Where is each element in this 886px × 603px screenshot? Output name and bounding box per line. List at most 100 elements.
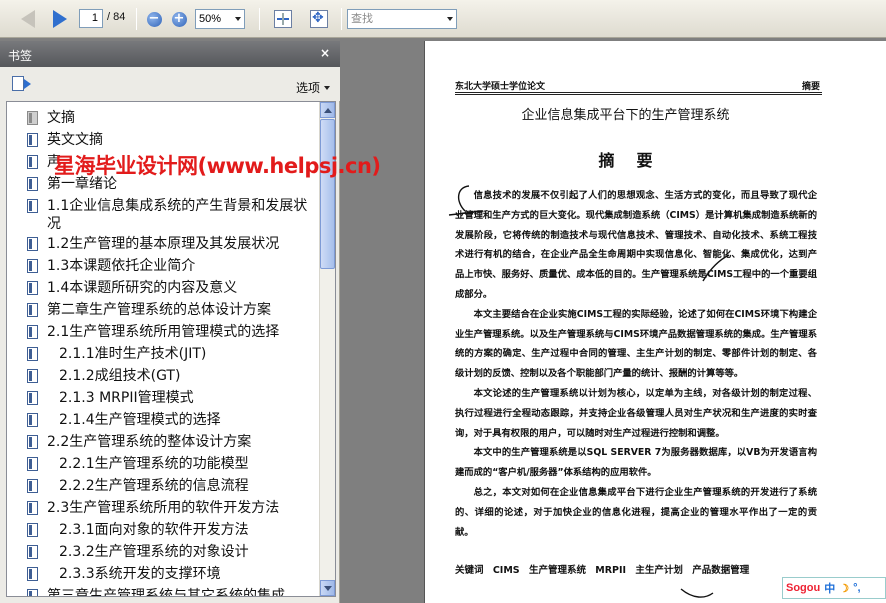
arrow-left-icon <box>21 10 35 28</box>
header-rule <box>455 92 822 95</box>
bookmark-label: 1.4本课题所研究的内容及意义 <box>47 280 238 296</box>
bookmarks-panel: 书签 × 选项 文摘 英文文摘声第一章绪论 1.1企业信息集成系统的产生背景和发展状… <box>0 41 340 603</box>
bookmark-item[interactable]: 第二章生产管理系统的总体设计方案 <box>7 299 321 321</box>
bookmark-item[interactable]: 1.1企业信息集成系统的产生背景和发展状况 <box>7 195 321 233</box>
abstract-paragraph: 本文中的生产管理系统是以SQL SERVER 7为服务器数据库，以VB为开发语言… <box>455 447 817 479</box>
bookmark-label: 2.1生产管理系统所用管理模式的选择 <box>47 324 280 340</box>
bookmark-item[interactable]: 2.1.4生产管理模式的选择 <box>7 409 321 431</box>
bookmark-label: 2.3生产管理系统所用的软件开发方法 <box>47 500 280 516</box>
bookmark-icon <box>27 435 38 449</box>
ime-status-bar[interactable]: Sogou 中 ☽ °, <box>782 577 886 599</box>
scroll-up-button[interactable] <box>320 102 335 118</box>
bookmark-label: 文摘 <box>47 110 75 126</box>
fit-page-button[interactable] <box>306 7 332 31</box>
abstract-body: 信息技术的发展不仅引起了人们的思想观念、生活方式的变化，而且导致了现代企业管理和… <box>455 186 817 542</box>
bookmark-item[interactable]: 2.2生产管理系统的整体设计方案 <box>7 431 321 453</box>
previous-page-button[interactable] <box>15 7 41 31</box>
bookmark-item[interactable]: 2.1.3 MRPII管理模式 <box>7 387 321 409</box>
bookmark-item[interactable]: 2.2.2生产管理系统的信息流程 <box>7 475 321 497</box>
scroll-down-button[interactable] <box>320 580 335 596</box>
dropdown-arrow-icon <box>324 85 330 90</box>
bookmark-item[interactable]: 2.3.2生产管理系统的对象设计 <box>7 541 321 563</box>
handwritten-mark <box>448 185 484 216</box>
bookmark-icon <box>27 479 38 493</box>
bookmark-label: 2.3.1面向对象的软件开发方法 <box>59 522 249 538</box>
bookmark-label: 1.2生产管理的基本原理及其发展状况 <box>47 236 280 252</box>
find-input[interactable]: 查找 <box>347 9 457 29</box>
toolbar-separator <box>259 8 260 30</box>
bookmark-icon <box>27 303 38 317</box>
bookmark-icon <box>27 133 38 147</box>
moon-icon[interactable]: ☽ <box>839 582 849 595</box>
bookmark-item[interactable]: 2.3.3系统开发的支撑环境 <box>7 563 321 585</box>
bookmark-icon <box>27 523 38 537</box>
bookmark-icon <box>27 369 38 383</box>
bookmark-icon <box>27 589 38 596</box>
abstract-paragraph: 总之，本文对如何在企业信息集成平台下进行企业生产管理系统的开发进行了系统的、详细… <box>455 486 817 538</box>
bookmark-label: 2.2生产管理系统的整体设计方案 <box>47 434 252 450</box>
bookmark-icon <box>27 259 38 273</box>
bookmark-label: 2.1.4生产管理模式的选择 <box>59 412 221 428</box>
keywords-label: 关键词 <box>455 565 484 576</box>
abstract-paragraph: 信息技术的发展不仅引起了人们的思想观念、生活方式的变化，而且导致了现代企业管理和… <box>455 190 817 300</box>
scrollbar-thumb[interactable] <box>320 119 335 269</box>
dropdown-arrow-icon[interactable] <box>444 10 456 28</box>
ime-mode[interactable]: 中 <box>824 580 835 596</box>
keyword: CIMS <box>492 565 520 576</box>
bookmark-icon <box>27 177 38 191</box>
expand-bookmark-icon[interactable] <box>12 76 32 92</box>
bookmark-item[interactable]: 2.3生产管理系统所用的软件开发方法 <box>7 497 321 519</box>
fit-width-icon <box>274 10 292 28</box>
sogou-logo: Sogou <box>786 582 821 594</box>
punctuation-icon[interactable]: °, <box>853 582 860 594</box>
minus-icon: − <box>146 11 162 27</box>
bookmark-icon <box>27 391 38 405</box>
bookmark-item[interactable]: 2.1生产管理系统所用管理模式的选择 <box>7 321 321 343</box>
bookmark-icon <box>27 347 38 361</box>
bookmark-icon <box>27 155 38 169</box>
bookmark-item[interactable]: 2.3.1面向对象的软件开发方法 <box>7 519 321 541</box>
bookmark-label: 2.2.1生产管理系统的功能模型 <box>59 456 249 472</box>
bookmark-item[interactable]: 1.3本课题依托企业简介 <box>7 255 321 277</box>
page-total: / 84 <box>107 11 126 23</box>
bookmark-item[interactable]: 英文文摘 <box>7 129 321 151</box>
bookmark-item[interactable]: 2.1.2成组技术(GT) <box>7 365 321 387</box>
plus-icon: + <box>171 11 187 27</box>
running-header-left: 东北大学硕士学位论文 <box>455 82 546 92</box>
fit-width-button[interactable] <box>270 7 296 31</box>
bookmark-item[interactable]: 文摘 <box>7 107 321 129</box>
find-placeholder: 查找 <box>351 12 373 25</box>
bookmark-list: 文摘 英文文摘声第一章绪论 1.1企业信息集成系统的产生背景和发展状况 1.2生产管理… <box>7 107 321 596</box>
options-menu-button[interactable]: 选项 <box>296 79 330 96</box>
bookmark-label: 2.3.2生产管理系统的对象设计 <box>59 544 249 560</box>
options-label: 选项 <box>295 81 320 95</box>
document-page: 东北大学硕士学位论文 摘要 企业信息集成平台下的生产管理系统 摘要 信息技术的发… <box>424 41 886 603</box>
bookmark-icon <box>27 567 38 581</box>
zoom-out-button[interactable]: − <box>141 7 167 31</box>
abstract-paragraph: 本文论述的生产管理系统以计划为核心，以定单为主线，对各级计划的制定过程、执行过程… <box>455 387 817 439</box>
toolbar-separator <box>341 8 342 30</box>
keyword: MRPII <box>595 565 627 576</box>
zoom-value: 50% <box>199 13 222 25</box>
bookmark-label: 英文文摘 <box>47 132 103 148</box>
keyword: 生产管理系统 <box>528 565 586 576</box>
bookmark-item[interactable]: 第三章生产管理系统与其它系统的集成 <box>7 585 321 596</box>
bookmark-icon <box>27 325 38 339</box>
page-number-input[interactable]: 1 <box>79 9 103 28</box>
bookmark-icon <box>27 111 38 125</box>
bookmark-item[interactable]: 1.4本课题所研究的内容及意义 <box>7 277 321 299</box>
bookmark-icon <box>27 199 38 213</box>
zoom-in-button[interactable]: + <box>166 7 192 31</box>
zoom-select[interactable]: 50% <box>195 9 245 29</box>
dropdown-arrow-icon[interactable] <box>232 10 244 28</box>
running-header-right: 摘要 <box>801 82 820 92</box>
bookmark-label: 2.3.3系统开发的支撑环境 <box>59 566 221 582</box>
bookmark-item[interactable]: 2.2.1生产管理系统的功能模型 <box>7 453 321 475</box>
bookmark-item[interactable]: 1.2生产管理的基本原理及其发展状况 <box>7 233 321 255</box>
next-page-button[interactable] <box>47 7 73 31</box>
bookmark-item[interactable]: 2.1.1准时生产技术(JIT) <box>7 343 321 365</box>
watermark-text: 星海毕业设计网(www.helpsj.cn) <box>54 154 381 178</box>
fit-page-icon <box>310 10 328 28</box>
bookmark-icon <box>27 281 38 295</box>
close-icon[interactable]: × <box>320 46 330 60</box>
